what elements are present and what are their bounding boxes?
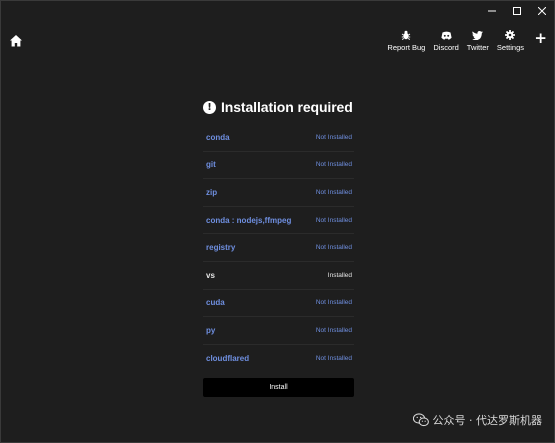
dependency-status: Not Installed <box>315 188 352 196</box>
window-controls <box>479 1 554 21</box>
home-button[interactable] <box>9 33 23 47</box>
nav-report-bug[interactable]: Report Bug <box>383 29 429 52</box>
watermark-text: 公众号 · 代达罗斯机器 <box>432 414 543 427</box>
dependency-name: registry <box>206 243 236 253</box>
watermark: 公众号 · 代达罗斯机器 <box>412 412 543 428</box>
dependency-status: Not Installed <box>315 326 352 334</box>
nav-discord-label: Discord <box>433 43 459 52</box>
dependency-name: zip <box>206 187 218 197</box>
dependency-row: zip Not Installed <box>203 179 354 207</box>
add-button[interactable]: + <box>534 31 547 46</box>
dependency-status: Not Installed <box>315 244 352 252</box>
dependency-name: git <box>206 160 216 170</box>
nav-settings-label: Settings <box>496 43 524 52</box>
dependency-status: Installed <box>327 271 352 279</box>
dependency-row: vs Installed <box>203 262 354 290</box>
dependency-row: cuda Not Installed <box>203 290 354 318</box>
wechat-icon <box>412 413 429 427</box>
nav-report-bug-label: Report Bug <box>387 43 426 52</box>
close-button[interactable] <box>529 1 554 21</box>
panel-title-text: Installation required <box>221 99 353 115</box>
dependency-name: vs <box>206 270 215 280</box>
nav-twitter[interactable]: Twitter <box>463 29 493 52</box>
dependency-name: py <box>206 325 216 335</box>
dependency-status: Not Installed <box>315 355 352 363</box>
minimize-icon <box>487 10 496 12</box>
panel-title: ! Installation required <box>203 97 354 117</box>
dependency-status: Not Installed <box>315 161 352 169</box>
nav-settings[interactable]: Settings <box>493 29 528 52</box>
dependency-row: cloudflared Not Installed <box>203 345 354 373</box>
dependency-list: conda Not Installed git Not Installed zip Not… <box>203 124 354 372</box>
dependency-name: conda <box>206 132 230 142</box>
dependency-status: Not Installed <box>315 299 352 307</box>
twitter-icon <box>472 29 484 41</box>
dependency-status: Not Installed <box>315 216 352 224</box>
dependency-row: conda Not Installed <box>203 124 354 152</box>
gear-icon <box>504 29 516 41</box>
dependency-row: py Not Installed <box>203 317 354 345</box>
alert-icon: ! <box>203 100 216 114</box>
dependency-row: conda : nodejs,ffmpeg Not Installed <box>203 207 354 235</box>
dependency-status: Not Installed <box>315 133 352 141</box>
dependency-row: registry Not Installed <box>203 234 354 262</box>
dependency-name: conda : nodejs,ffmpeg <box>206 215 292 225</box>
discord-icon <box>440 29 452 41</box>
top-nav: Report Bug Discord Twitter Settings <box>383 29 528 52</box>
install-button[interactable]: Install <box>203 378 354 398</box>
nav-twitter-label: Twitter <box>466 43 489 52</box>
minimize-button[interactable] <box>479 1 504 21</box>
installation-panel: ! Installation required conda Not Install… <box>203 97 354 398</box>
home-icon <box>10 35 22 47</box>
maximize-icon <box>512 7 521 15</box>
dependency-name: cloudflared <box>206 354 250 364</box>
close-icon <box>537 7 546 15</box>
bug-icon <box>400 29 412 41</box>
dependency-row: git Not Installed <box>203 152 354 180</box>
maximize-button[interactable] <box>504 1 529 21</box>
dependency-name: cuda <box>206 298 225 308</box>
nav-discord[interactable]: Discord <box>429 29 462 52</box>
